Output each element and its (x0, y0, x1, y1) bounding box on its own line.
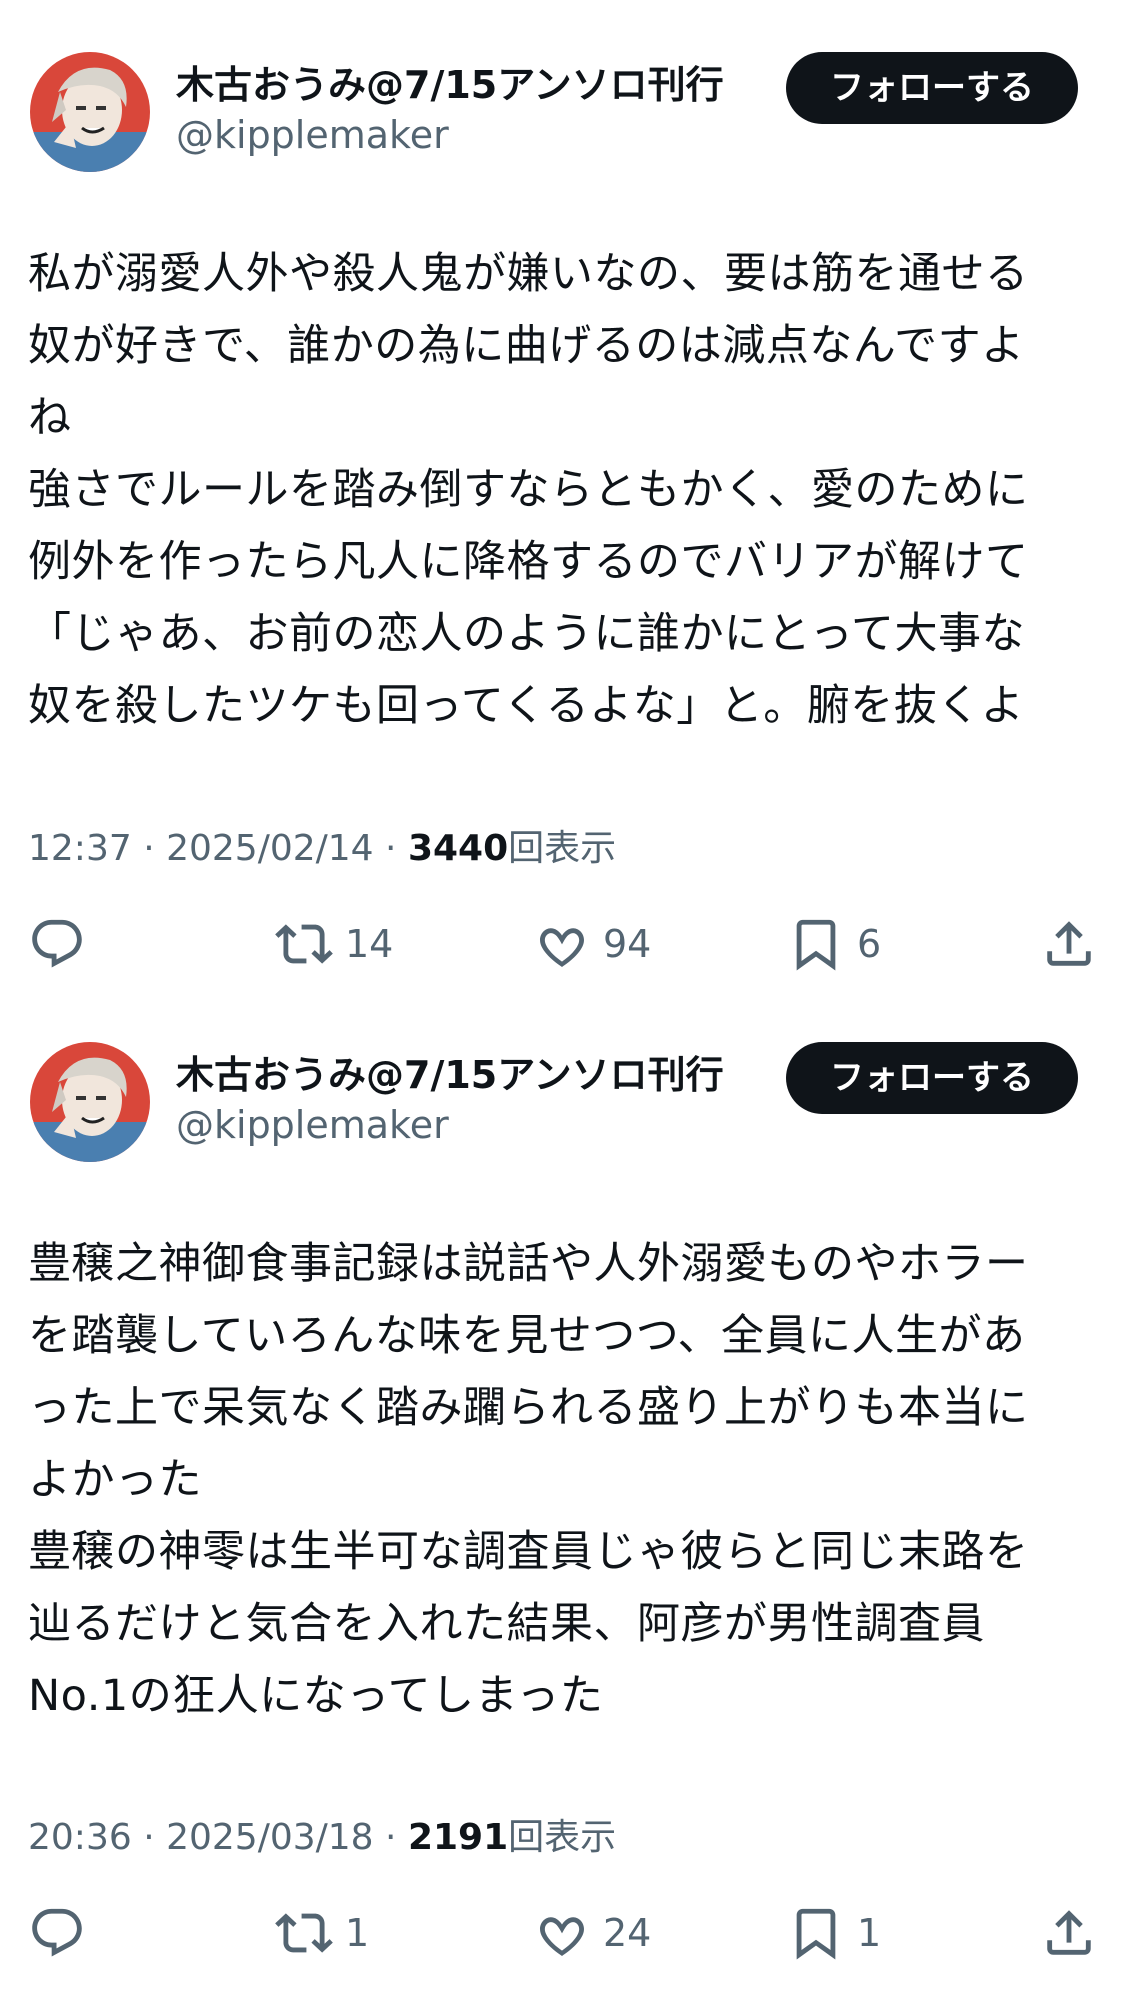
retweet-button[interactable]: 14 (275, 914, 393, 974)
view-count: 3440 (407, 828, 509, 869)
tweet-time[interactable]: 12:37 (28, 828, 132, 869)
reply-icon (32, 919, 82, 968)
avatar-image (30, 52, 150, 172)
avatar-image (30, 1042, 150, 1162)
bookmark-icon (796, 919, 836, 971)
retweet-icon (275, 1913, 333, 1953)
like-count: 94 (603, 922, 652, 966)
meta-separator: · (373, 828, 408, 869)
author-handle[interactable]: @kipplemaker (176, 112, 449, 158)
retweet-button[interactable]: 1 (275, 1903, 369, 1963)
like-count: 24 (603, 1911, 652, 1955)
meta-separator: · (131, 1817, 167, 1858)
tweet: 木古おうみ@7/15アンソロ刊行 @kipplemaker フォローする 私が溺… (0, 0, 1125, 990)
author-avatar[interactable] (30, 1042, 150, 1162)
share-icon (1047, 1910, 1091, 1955)
reply-button[interactable] (28, 1903, 86, 1963)
tweet-text: 豊穣之神御食事記録は説話や人外溺愛ものやホラー を踏襲していろんな味を見せつつ、… (28, 1239, 1029, 1721)
tweet-meta: 20:36 · 2025/03/18 · 2191回表示 (28, 1816, 616, 1860)
bookmark-count: 6 (857, 922, 882, 966)
meta-separator: · (373, 1817, 408, 1858)
retweet-icon (275, 924, 333, 964)
like-button[interactable]: 24 (533, 1903, 651, 1963)
follow-button[interactable]: フォローする (786, 52, 1078, 124)
author-display-name[interactable]: 木古おうみ@7/15アンソロ刊行 (176, 1052, 724, 1098)
tweet-meta: 12:37 · 2025/02/14 · 3440回表示 (28, 827, 616, 871)
tweet-date[interactable]: 2025/02/14 (166, 828, 374, 869)
bookmark-button[interactable]: 6 (787, 914, 881, 974)
tweet-actions: 1 24 1 (0, 1903, 1125, 1963)
view-label: 回表示 (508, 1817, 617, 1858)
author-handle[interactable]: @kipplemaker (176, 1102, 449, 1148)
bookmark-button[interactable]: 1 (787, 1903, 881, 1963)
view-count: 2191 (407, 1817, 509, 1858)
share-button[interactable] (1040, 1903, 1098, 1963)
reply-button[interactable] (28, 914, 86, 974)
tweet-text: 私が溺愛人外や殺人鬼が嫌いなの、要は筋を通せる 奴が好きで、誰かの為に曲げるのは… (28, 249, 1029, 731)
like-button[interactable]: 94 (533, 914, 651, 974)
tweet: 木古おうみ@7/15アンソロ刊行 @kipplemaker フォローする 豊穣之… (0, 990, 1125, 2011)
follow-button[interactable]: フォローする (786, 1042, 1078, 1114)
heart-icon (540, 1917, 584, 1956)
meta-separator: · (131, 828, 167, 869)
retweet-count: 1 (345, 1911, 370, 1955)
bookmark-count: 1 (857, 1911, 882, 1955)
share-icon (1047, 921, 1091, 966)
heart-icon (540, 928, 584, 967)
tweet-actions: 14 94 6 (0, 914, 1125, 974)
retweet-count: 14 (345, 922, 394, 966)
author-avatar[interactable] (30, 52, 150, 172)
bookmark-icon (796, 1908, 836, 1960)
tweet-date[interactable]: 2025/03/18 (166, 1817, 374, 1858)
share-button[interactable] (1040, 914, 1098, 974)
author-display-name[interactable]: 木古おうみ@7/15アンソロ刊行 (176, 62, 724, 108)
reply-icon (32, 1908, 82, 1957)
view-label: 回表示 (508, 828, 617, 869)
tweet-time[interactable]: 20:36 (28, 1817, 132, 1858)
